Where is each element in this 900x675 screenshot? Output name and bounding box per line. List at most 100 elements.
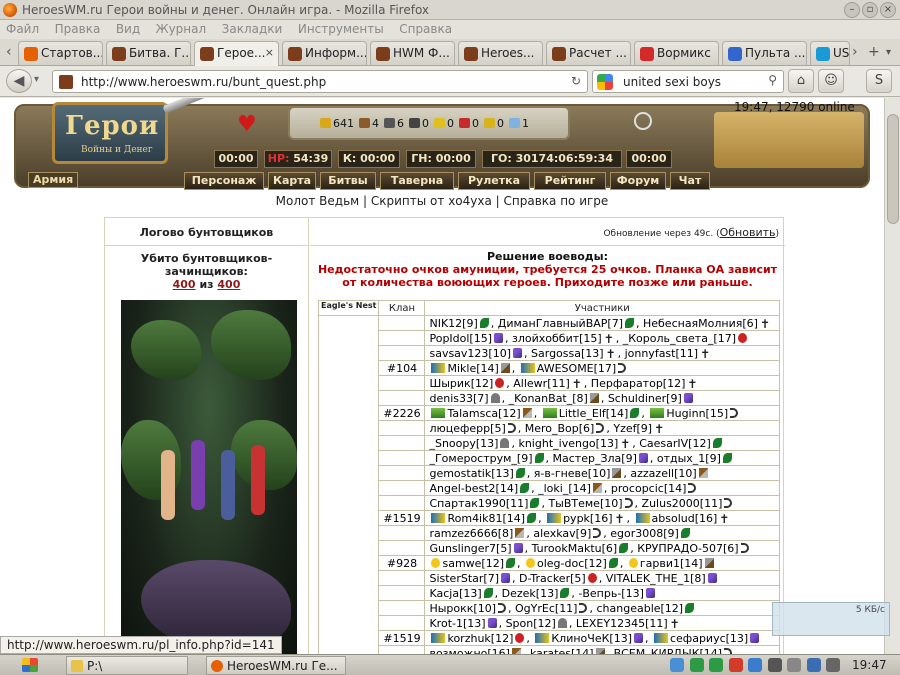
tab-0[interactable]: Стартов... [18, 41, 103, 65]
player-name[interactable]: Huginn[15] [666, 407, 728, 420]
player-name[interactable]: Rom4ik81[14] [447, 512, 525, 525]
game-logo[interactable]: Герои Войны и Денег [52, 102, 168, 164]
search-input[interactable]: united sexi boys ⚲ [592, 70, 784, 93]
tab-8[interactable]: Пульта ... [722, 41, 807, 65]
clan-cell[interactable] [378, 435, 426, 451]
player-name[interactable]: Mero_Bop[6] [525, 422, 595, 435]
player-name[interactable]: -Вепрь-[13] [578, 587, 644, 600]
close-window-button[interactable]: × [880, 2, 896, 18]
player-name[interactable]: гарви1[14] [640, 557, 703, 570]
tab-1[interactable]: Битва. Г... [106, 41, 191, 65]
scrollbar-thumb[interactable] [887, 114, 899, 224]
player-name[interactable]: Шырик[12] [429, 377, 493, 390]
player-name[interactable]: VITALEK_THE_1[8] [606, 572, 706, 585]
clan-cell[interactable]: #2226 [378, 405, 426, 421]
player-name[interactable]: возможно[16] [429, 647, 510, 655]
player-name[interactable]: SisterStar[7] [429, 572, 499, 585]
badge-clan-icon[interactable] [653, 632, 668, 643]
tab-close-icon[interactable]: × [265, 46, 274, 59]
clan-cell[interactable] [378, 420, 426, 436]
nav-button-5[interactable]: Рейтинг [534, 172, 606, 190]
tray-utorrent-icon[interactable] [689, 658, 704, 672]
sublinks[interactable]: Молот Ведьм | Скрипты от хо4уха | Справк… [0, 194, 884, 208]
task-explorer[interactable]: P:\ [66, 656, 188, 675]
badge-clan-icon[interactable] [431, 632, 446, 643]
player-name[interactable]: changeable[12] [596, 602, 683, 615]
clan-cell[interactable] [378, 570, 426, 586]
player-name[interactable]: Little_Elf[14] [559, 407, 629, 420]
clan-cell[interactable] [378, 390, 426, 406]
nav-button-1[interactable]: Карта [268, 172, 316, 190]
skype-button[interactable]: S [866, 69, 892, 93]
player-name[interactable]: ТыВТеме[10] [548, 497, 622, 510]
tabs-scroll-right-icon[interactable]: › [852, 44, 858, 60]
page-scrollbar[interactable] [884, 98, 900, 654]
clan-cell[interactable] [378, 330, 426, 346]
clan-cell[interactable] [378, 480, 426, 496]
ring-icon[interactable] [634, 112, 652, 130]
start-menu-icon[interactable] [22, 658, 38, 672]
back-button[interactable]: ◀ [6, 69, 32, 93]
player-name[interactable]: я-в-гневе[10] [534, 467, 611, 480]
player-name[interactable]: Перфаратор[12] [591, 377, 686, 390]
player-name[interactable]: knight_ivengo[13] [518, 437, 618, 450]
smile-clan-icon[interactable] [431, 557, 441, 568]
player-name[interactable]: _Гомерострум_[9] [429, 452, 532, 465]
smile-clan-icon[interactable] [526, 557, 535, 568]
player-name[interactable]: отдых_1[9] [657, 452, 721, 465]
nav-button-4[interactable]: Рулетка [458, 172, 530, 190]
player-name[interactable]: люцеферр[5] [429, 422, 505, 435]
player-name[interactable]: absolud[16] [652, 512, 718, 525]
player-name[interactable]: _Snoopy[13] [429, 437, 498, 450]
tray-monitor-icon[interactable] [826, 658, 840, 672]
player-name[interactable]: korzhuk[12] [447, 632, 513, 645]
clan-cell[interactable] [378, 495, 426, 511]
player-name[interactable]: ДиманГлавныйВАР[7] [498, 317, 623, 330]
badge-clan-icon[interactable] [547, 512, 562, 523]
player-name[interactable]: egor3008[9] [610, 527, 679, 540]
clan-cell[interactable] [378, 525, 426, 541]
clan-cell[interactable] [378, 585, 426, 601]
player-name[interactable]: pypk[16] [563, 512, 612, 525]
player-name[interactable]: procopcic[14] [611, 482, 687, 495]
tray-language-icon[interactable] [806, 658, 821, 672]
player-name[interactable]: OgYrEc[11] [515, 602, 577, 615]
player-name[interactable]: jonnyfast[11] [625, 347, 698, 360]
player-name[interactable]: CaesarIV[12] [639, 437, 711, 450]
nav-button-2[interactable]: Битвы [320, 172, 376, 190]
player-name[interactable]: ВСЕМ_КИРДЫК[14] [614, 647, 723, 655]
addon-monkey-button[interactable]: ☺ [818, 69, 844, 93]
clan-cell[interactable] [378, 450, 426, 466]
player-name[interactable]: Нырокк[10] [429, 602, 496, 615]
army-button[interactable]: Армия [28, 172, 79, 188]
clan-cell[interactable] [378, 615, 426, 631]
home-button[interactable]: ⌂ [788, 69, 814, 93]
player-name[interactable]: denis33[7] [429, 392, 488, 405]
menu-view[interactable]: Вид [110, 20, 146, 36]
kills-value[interactable]: 400 [173, 278, 196, 291]
tab-3[interactable]: Информ... [282, 41, 367, 65]
tgbadge-clan-icon[interactable] [431, 407, 446, 418]
player-name[interactable]: Gunslinger7[5] [429, 542, 511, 555]
new-tab-icon[interactable]: + [868, 44, 880, 60]
player-name[interactable]: Мастер_Зла[9] [553, 452, 637, 465]
clan-cell[interactable]: #928 [378, 555, 426, 571]
player-name[interactable]: КРУПРАДО-507[6] [637, 542, 738, 555]
tab-9[interactable]: US [810, 41, 850, 65]
menu-history[interactable]: Журнал [150, 20, 213, 36]
player-name[interactable]: karates[14] [530, 647, 594, 655]
minimize-button[interactable]: – [844, 2, 860, 18]
task-firefox[interactable]: HeroesWM.ru Ге... [206, 656, 346, 675]
player-name[interactable]: alexkav[9] [533, 527, 591, 540]
player-name[interactable]: savsav123[10] [429, 347, 511, 360]
menu-help[interactable]: Справка [393, 20, 458, 36]
menu-file[interactable]: Файл [0, 20, 45, 36]
player-name[interactable]: D-Tracker[5] [519, 572, 586, 585]
tab-5[interactable]: Heroes... [458, 41, 543, 65]
player-name[interactable]: PopIdol[15] [429, 332, 492, 345]
clan-cell[interactable] [378, 315, 426, 331]
player-name[interactable]: azzazell[10] [630, 467, 696, 480]
tray-antivirus-icon[interactable] [728, 658, 743, 672]
nav-button-7[interactable]: Чат [670, 172, 710, 190]
nav-button-6[interactable]: Форум [610, 172, 666, 190]
